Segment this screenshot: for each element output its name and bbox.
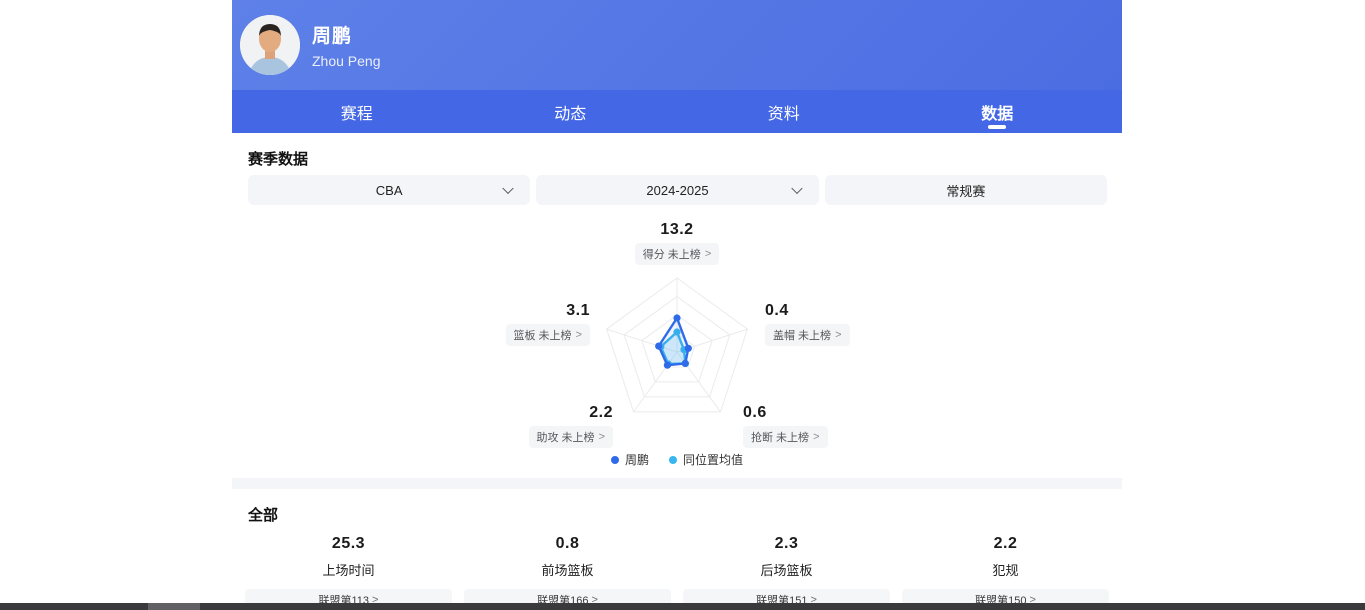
filter-label: CBA (376, 183, 403, 198)
axis-rank-text: 篮板 未上榜 (514, 327, 572, 343)
axis-value: 0.6 (743, 404, 767, 422)
filter-dropdown-2024-2025[interactable]: 2024-2025 (536, 175, 818, 205)
chart-legend: 周鹏 同位置均值 (232, 451, 1122, 468)
axis-rank-link[interactable]: 盖帽 未上榜 > (765, 324, 850, 346)
season-data-title: 赛季数据 (248, 148, 308, 169)
player-header: 周鹏 Zhou Peng (232, 0, 1122, 90)
section-divider (232, 478, 1122, 489)
tab-label: 数据 (981, 100, 1013, 124)
tab-label: 动态 (554, 100, 586, 124)
chevron-down-icon (791, 183, 802, 194)
player-stats-panel: 周鹏 Zhou Peng 赛程 动态 资料 数据 赛季数据 CBA 2024-2025 常… (232, 0, 1122, 610)
filter-row: CBA 2024-2025 常规赛 (248, 175, 1107, 205)
radar-axis-得分: 13.2 得分 未上榜 > (232, 221, 1122, 265)
radar-axis-盖帽: 0.4 盖帽 未上榜 > (765, 302, 850, 346)
stat-label: 犯规 (992, 560, 1018, 579)
filter-label: 2024-2025 (646, 183, 708, 198)
axis-value: 0.4 (765, 302, 789, 320)
stat-label: 前场篮板 (541, 560, 593, 579)
axis-rank-text: 得分 未上榜 (643, 246, 701, 262)
legend-dot-icon (611, 456, 619, 464)
tab-label: 赛程 (341, 100, 373, 124)
filter-dropdown-常规赛[interactable]: 常规赛 (825, 175, 1107, 205)
chevron-right-icon: > (705, 248, 711, 260)
player-names: 周鹏 Zhou Peng (312, 21, 381, 69)
page: 周鹏 Zhou Peng 赛程 动态 资料 数据 赛季数据 CBA 2024-2025 常… (0, 0, 1365, 610)
stat-前场篮板: 0.8前场篮板联盟第166> (458, 535, 677, 610)
player-name: 周鹏 (312, 21, 381, 48)
legend-item-周鹏[interactable]: 周鹏 (611, 451, 649, 468)
stat-value: 2.2 (994, 535, 1018, 553)
axis-rank-text: 抢断 未上榜 (751, 429, 809, 445)
radar-point (664, 362, 671, 369)
axis-value: 3.1 (566, 302, 590, 320)
filter-label: 常规赛 (946, 181, 985, 200)
stat-上场时间: 25.3上场时间联盟第113> (239, 535, 458, 610)
legend-label: 周鹏 (625, 451, 649, 468)
chevron-right-icon: > (835, 329, 841, 341)
chevron-down-icon (503, 183, 514, 194)
stat-value: 0.8 (556, 535, 580, 553)
axis-rank-text: 盖帽 未上榜 (773, 327, 831, 343)
axis-value: 13.2 (660, 221, 693, 239)
filter-dropdown-CBA[interactable]: CBA (248, 175, 530, 205)
player-name-en: Zhou Peng (312, 53, 381, 69)
tab-动态[interactable]: 动态 (464, 90, 678, 133)
radar-axis-抢断: 0.6 抢断 未上榜 > (743, 404, 828, 448)
stat-value: 2.3 (775, 535, 799, 553)
axis-rank-link[interactable]: 助攻 未上榜 > (529, 426, 614, 448)
chevron-right-icon: > (813, 431, 819, 443)
stat-label: 上场时间 (322, 560, 374, 579)
axis-rank-link[interactable]: 篮板 未上榜 > (506, 324, 591, 346)
radar-point (685, 345, 692, 352)
stat-label: 后场篮板 (760, 560, 812, 579)
stat-value: 25.3 (332, 535, 365, 553)
legend-label: 同位置均值 (683, 451, 743, 468)
stat-后场篮板: 2.3后场篮板联盟第151> (677, 535, 896, 610)
tab-赛程[interactable]: 赛程 (250, 90, 464, 133)
legend-dot-icon (669, 456, 677, 464)
all-section-title: 全部 (248, 504, 278, 525)
avatar-photo-icon (240, 15, 300, 75)
axis-rank-link[interactable]: 抢断 未上榜 > (743, 426, 828, 448)
horizontal-scrollbar[interactable] (0, 603, 1365, 610)
stat-犯规: 2.2犯规联盟第150> (896, 535, 1115, 610)
radar-point (655, 343, 662, 350)
radar-chart (587, 262, 767, 442)
active-tab-underline (988, 125, 1006, 129)
radar-chart-area: 13.2 得分 未上榜 >0.4 盖帽 未上榜 >0.6 抢断 未上榜 >2.2 助攻 未上榜… (232, 215, 1122, 471)
stats-row: 25.3上场时间联盟第113>0.8前场篮板联盟第166>2.3后场篮板联盟第1… (232, 535, 1122, 610)
radar-point (682, 360, 689, 367)
tab-bar: 赛程 动态 资料 数据 (232, 90, 1122, 133)
legend-item-同位置均值[interactable]: 同位置均值 (669, 451, 743, 468)
scrollbar-thumb[interactable] (148, 603, 200, 610)
radar-axis-篮板: 3.1 篮板 未上榜 > (506, 302, 591, 346)
tab-数据[interactable]: 数据 (891, 90, 1105, 133)
chevron-right-icon: > (576, 329, 582, 341)
axis-value: 2.2 (589, 404, 613, 422)
chevron-right-icon: > (599, 431, 605, 443)
tab-label: 资料 (768, 100, 800, 124)
axis-rank-text: 助攻 未上榜 (537, 429, 595, 445)
axis-rank-link[interactable]: 得分 未上榜 > (635, 243, 720, 265)
radar-axis-助攻: 2.2 助攻 未上榜 > (529, 404, 614, 448)
radar-point (673, 314, 680, 321)
tab-资料[interactable]: 资料 (677, 90, 891, 133)
player-avatar (240, 15, 300, 75)
